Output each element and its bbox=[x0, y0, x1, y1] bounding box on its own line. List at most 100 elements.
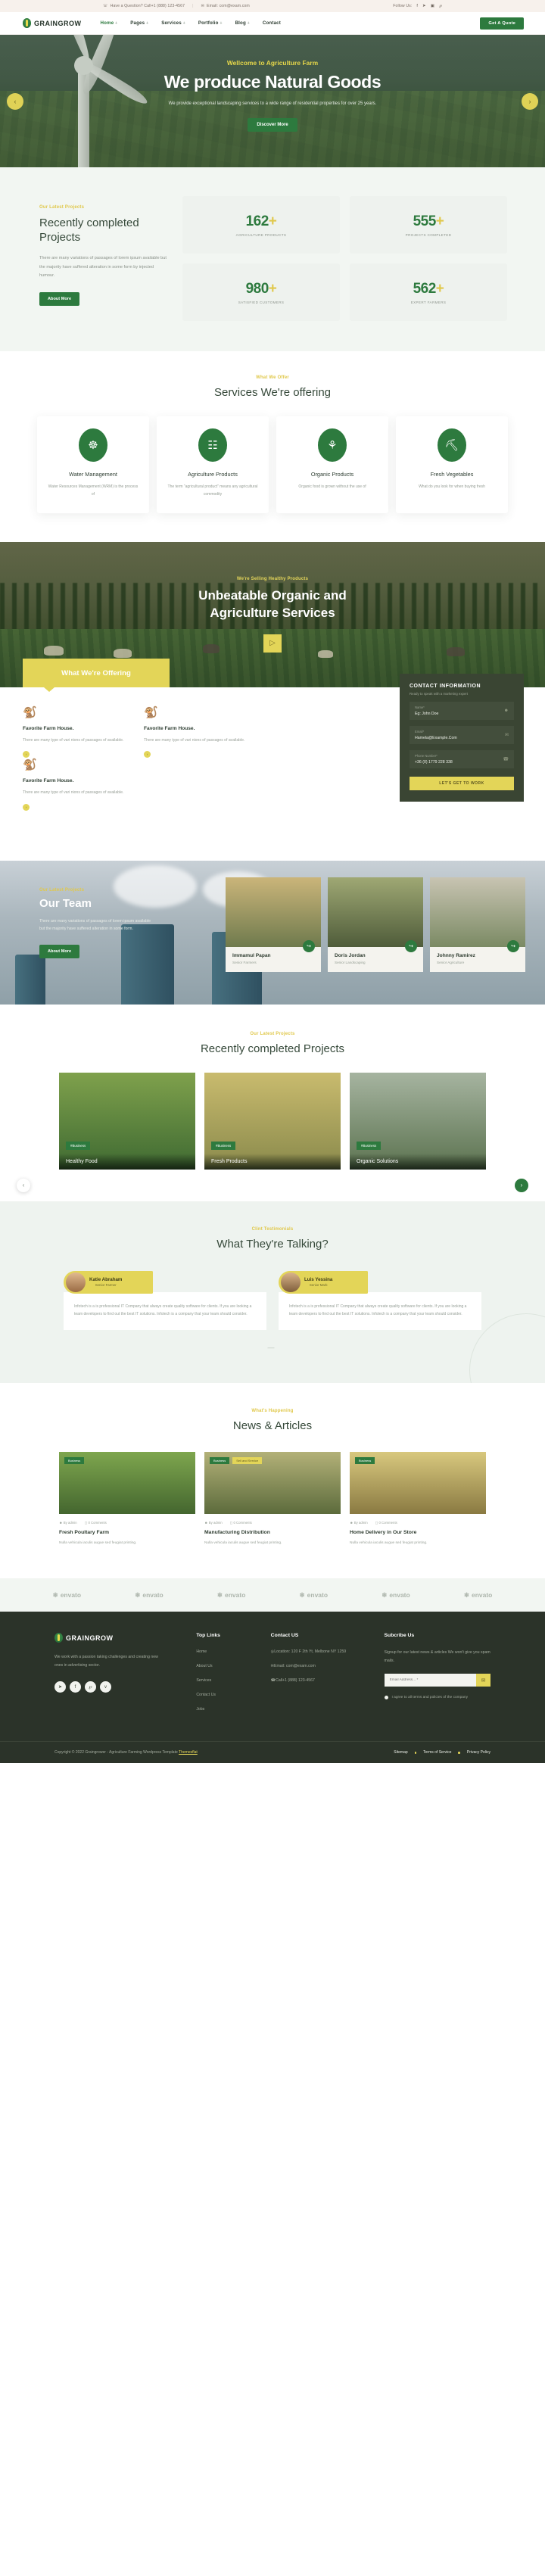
gallery-title: Recently completed Projects bbox=[200, 1042, 345, 1055]
team-about-more-button[interactable]: About More bbox=[39, 945, 80, 959]
news-card[interactable]: Business Sell and Service ☻ By admin ◻ 0… bbox=[204, 1451, 341, 1547]
news-badge: Business bbox=[210, 1456, 230, 1464]
footer-contact: Contact US ◎Location: 120 F 2th Yt, Melb… bbox=[271, 1633, 385, 1720]
service-card[interactable]: ☷ Agriculture Products The term “agricul… bbox=[157, 416, 269, 514]
contact-information-card: CONTACT INFORMATION Ready to speak with … bbox=[400, 674, 524, 802]
instagram-icon[interactable]: ▣ bbox=[431, 4, 434, 8]
service-card[interactable]: ⛏ Fresh Vegetables What do you look for … bbox=[396, 416, 508, 514]
brand-logo: ❄ envato bbox=[300, 1591, 329, 1599]
twitter-icon[interactable]: ➤ bbox=[54, 1681, 66, 1693]
gallery-prev-button[interactable]: ‹ bbox=[17, 1178, 30, 1192]
footer-privacy-link[interactable]: Privacy Policy bbox=[467, 1750, 490, 1755]
gallery-tag: #Business bbox=[211, 1141, 236, 1150]
hero-prev-button[interactable]: ‹ bbox=[7, 92, 23, 110]
testimonials-section: Clint Testimonials What They're Talking?… bbox=[0, 1201, 545, 1384]
footer-links-title: Top Links bbox=[196, 1633, 220, 1639]
service-card[interactable]: ☸ Water Management Water Resources Manag… bbox=[37, 416, 149, 514]
footer-link-jobs[interactable]: Jobs bbox=[196, 1706, 270, 1713]
footer-sitemap-link[interactable]: Sitemap bbox=[394, 1750, 407, 1755]
subscribe-email-input[interactable] bbox=[384, 1674, 476, 1687]
footer-link-home[interactable]: Home bbox=[196, 1649, 270, 1656]
send-mail-icon[interactable]: ✉ bbox=[476, 1674, 490, 1687]
facebook-icon[interactable]: f bbox=[70, 1681, 81, 1693]
topbar-phone[interactable]: ☏ Have a Question? Call+1 (888) 123-4567 bbox=[103, 4, 185, 8]
offering-item[interactable]: 🐒 Favorite Farm House. There are many ty… bbox=[23, 706, 144, 758]
gallery-card[interactable]: #Business Fresh Products bbox=[204, 1072, 341, 1170]
topbar-email[interactable]: ✉ Email: com@exam.com bbox=[201, 4, 250, 8]
nav-label: Contact bbox=[262, 20, 281, 26]
footer-terms-link[interactable]: Terms of Service bbox=[423, 1750, 451, 1755]
nav-item-pages[interactable]: Pages + bbox=[130, 20, 148, 26]
contact-email-field[interactable]: Email* Hamela@Example.Com ✉ bbox=[410, 726, 514, 745]
projects-body: There are many variations of passages of… bbox=[39, 256, 167, 278]
pinterest-icon[interactable]: ℘ bbox=[439, 4, 442, 8]
footer-link-contact[interactable]: Contact Us bbox=[196, 1692, 270, 1699]
nav-item-services[interactable]: Services + bbox=[161, 20, 185, 26]
gallery-next-button[interactable]: › bbox=[515, 1178, 528, 1192]
nav-item-contact[interactable]: Contact bbox=[263, 20, 281, 26]
get-a-quote-button[interactable]: Get A Quote bbox=[480, 17, 524, 30]
team-section: Our Latest Projects Our Team There are m… bbox=[0, 860, 545, 1005]
offering-item[interactable]: 🐒 Favorite Farm House. There are many ty… bbox=[23, 758, 144, 811]
brand-logo: ❄ envato bbox=[464, 1591, 493, 1599]
footer-link-services[interactable]: Services bbox=[196, 1677, 270, 1684]
field-label: Phone Number* bbox=[415, 754, 438, 758]
nav-item-blog[interactable]: Blog + bbox=[235, 20, 250, 26]
service-card[interactable]: ⚘ Organic Products Organic food is grown… bbox=[276, 416, 388, 514]
hero-next-button[interactable]: › bbox=[522, 92, 538, 110]
offering-item-title: Favorite Farm House. bbox=[23, 778, 74, 784]
facebook-icon[interactable]: f bbox=[416, 4, 418, 8]
brand-label: envato bbox=[389, 1591, 410, 1599]
contact-name-field[interactable]: Name* Eg: John Doe ☻ bbox=[410, 702, 514, 721]
team-member-card[interactable]: ↪ Immamul Papan Senior Farmers bbox=[226, 877, 321, 972]
footer-logo[interactable]: GRAINGROW bbox=[54, 1633, 196, 1643]
play-icon[interactable]: ▷ bbox=[263, 634, 282, 653]
services-section: What We Offer Services We're offering ☸ … bbox=[0, 351, 545, 543]
member-name: Johnny Ramirez bbox=[437, 952, 475, 958]
share-icon[interactable]: ↪ bbox=[303, 939, 315, 952]
twitter-icon[interactable]: ➤ bbox=[422, 4, 426, 8]
gallery-card[interactable]: #Business Organic Solutions bbox=[350, 1072, 486, 1170]
nav-item-home[interactable]: Home + bbox=[101, 20, 118, 26]
footer-phone[interactable]: ☎Call+1 (888) 123-4567 bbox=[271, 1677, 385, 1684]
themesflat-link[interactable]: Themesflat bbox=[179, 1750, 198, 1755]
hero-subtitle: We provide exceptional landscaping servi… bbox=[168, 101, 377, 106]
offering-item-arrow-icon[interactable]: › bbox=[23, 803, 30, 811]
team-member-card[interactable]: ↪ Johnny Ramirez Senior Agriculture bbox=[430, 877, 525, 972]
news-card[interactable]: Business ☻ By admin ◻ 0 Comments Home De… bbox=[350, 1451, 486, 1547]
share-icon[interactable]: ↪ bbox=[405, 939, 417, 952]
nav-label: Portfolio bbox=[198, 20, 219, 26]
nav-item-portfolio[interactable]: Portfolio + bbox=[198, 20, 223, 26]
footer-location-text: Location: 120 F 2th Yt, Melbone NY 1259 bbox=[274, 1649, 347, 1655]
news-badge: Business bbox=[64, 1456, 85, 1464]
lets-get-to-work-button[interactable]: LET'S GET TO WORK bbox=[410, 777, 514, 791]
field-label: Email* bbox=[415, 730, 425, 734]
projects-about-more-button[interactable]: About More bbox=[39, 291, 80, 306]
share-icon[interactable]: ↪ bbox=[507, 939, 519, 952]
carousel-dots[interactable]: — bbox=[0, 1344, 545, 1351]
discover-more-button[interactable]: Discover More bbox=[248, 118, 297, 132]
footer-subscribe: Subcribe Us Signup for our latest news &… bbox=[384, 1633, 490, 1720]
subscribe-text: Signup for our latest news & articles We… bbox=[384, 1650, 490, 1663]
checkbox-icon[interactable] bbox=[384, 1696, 388, 1700]
vimeo-icon[interactable]: v bbox=[100, 1681, 111, 1693]
contact-phone-field[interactable]: Phone Number* +36 (0) 1779 228 338 ☎ bbox=[410, 750, 514, 769]
news-eyebrow: What's Happening bbox=[251, 1409, 294, 1414]
news-card[interactable]: Business ☻ By admin ◻ 0 Comments Fresh P… bbox=[59, 1451, 195, 1547]
offering-item-arrow-icon[interactable]: › bbox=[144, 751, 151, 758]
field-value: +36 (0) 1779 228 338 bbox=[415, 760, 453, 765]
offering-item[interactable]: 🐒 Favorite Farm House. There are many ty… bbox=[144, 706, 265, 758]
offering-item-arrow-icon[interactable]: › bbox=[23, 751, 30, 758]
news-image: Business bbox=[59, 1451, 195, 1514]
shovel-icon: ⛏ bbox=[438, 428, 466, 463]
footer-link-about[interactable]: About Us bbox=[196, 1663, 270, 1670]
footer-email[interactable]: ✉Email: com@exam.com bbox=[271, 1663, 385, 1670]
team-member-card[interactable]: ↪ Doris Jordan Senior Landscaping bbox=[328, 877, 423, 972]
user-icon: ☻ bbox=[503, 709, 509, 714]
pinterest-icon[interactable]: ℘ bbox=[85, 1681, 96, 1693]
gallery-card[interactable]: #Business Healthy Food bbox=[59, 1072, 195, 1170]
logo[interactable]: GRAINGROW bbox=[23, 18, 82, 28]
brand-name: GRAINGROW bbox=[34, 19, 82, 27]
terms-agreement[interactable]: I agree to all terms and policies of the… bbox=[384, 1694, 490, 1701]
organic-title-line1: Unbeatable Organic and bbox=[198, 588, 347, 603]
